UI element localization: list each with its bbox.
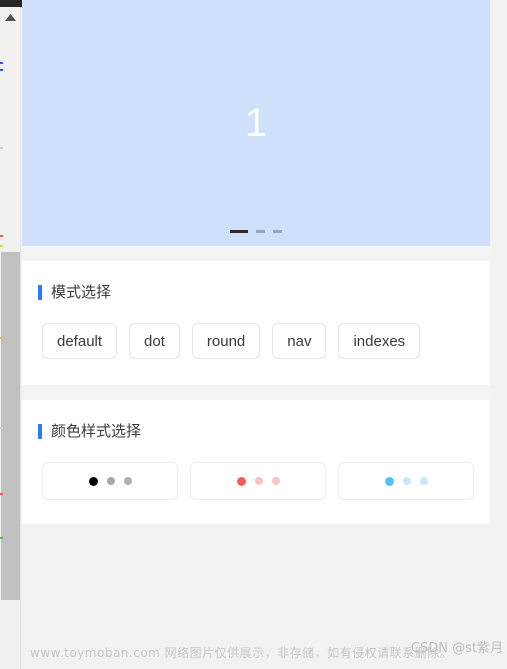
color-swatch-black[interactable]	[42, 462, 178, 500]
mode-selection-header: 模式选择	[22, 261, 490, 305]
mode-button-dot[interactable]: dot	[129, 323, 180, 359]
vertical-scrollbar[interactable]	[0, 7, 21, 669]
footer-filler	[22, 524, 490, 638]
carousel-indicator-3[interactable]	[273, 230, 282, 233]
app-root: 1 模式选择 default dot round nav indexes 颜色样…	[0, 0, 507, 669]
color-style-card: 颜色样式选择	[22, 400, 490, 524]
color-swatch-red[interactable]	[190, 462, 326, 500]
carousel-indicator-2[interactable]	[256, 230, 265, 233]
watermark-author-text: CSDN @st紫月	[410, 641, 503, 656]
swatch-dot-icon	[254, 477, 263, 485]
carousel-indicator-1[interactable]	[230, 230, 248, 233]
color-style-header: 颜色样式选择	[22, 400, 490, 444]
mode-button-indexes[interactable]: indexes	[338, 323, 421, 359]
mode-button-round[interactable]: round	[191, 323, 261, 359]
swatch-dot-icon	[384, 476, 394, 486]
accent-bar	[38, 284, 42, 300]
scroll-thumb[interactable]	[1, 252, 20, 600]
color-swatch-blue[interactable]	[338, 462, 474, 500]
swatch-dot-icon	[88, 476, 98, 486]
mode-selection-title: 模式选择	[51, 282, 112, 301]
swatch-dot-icon	[271, 477, 280, 485]
mode-selection-card: 模式选择 default dot round nav indexes	[22, 261, 490, 385]
carousel-slide-number: 1	[244, 101, 268, 145]
mode-button-nav[interactable]: nav	[272, 323, 327, 359]
mode-button-default[interactable]: default	[42, 323, 118, 359]
carousel[interactable]: 1	[22, 0, 490, 246]
carousel-indicators[interactable]	[22, 230, 490, 233]
gutter-marks	[0, 7, 3, 669]
swatch-dot-icon	[123, 477, 132, 485]
color-swatch-row	[22, 444, 490, 524]
scroll-up-arrow-icon[interactable]	[0, 7, 21, 28]
section-gap-1	[22, 246, 490, 261]
section-gap-2	[22, 385, 490, 400]
color-style-title: 颜色样式选择	[51, 421, 142, 440]
mode-buttons-row: default dot round nav indexes	[22, 305, 490, 385]
swatch-dot-icon	[236, 476, 246, 486]
swatch-dot-icon	[402, 477, 411, 485]
watermark: www.toymoban.com 网络图片仅供展示，非存储，如有侵权请联系删除。…	[0, 639, 507, 661]
swatch-dot-icon	[106, 477, 115, 485]
swatch-dot-icon	[419, 477, 428, 485]
scroll-content: 1 模式选择 default dot round nav indexes 颜色样…	[22, 0, 507, 669]
watermark-site-text: www.toymoban.com 网络图片仅供展示，非存储，如有侵权请联系删除。	[30, 646, 453, 660]
accent-bar	[38, 423, 42, 439]
